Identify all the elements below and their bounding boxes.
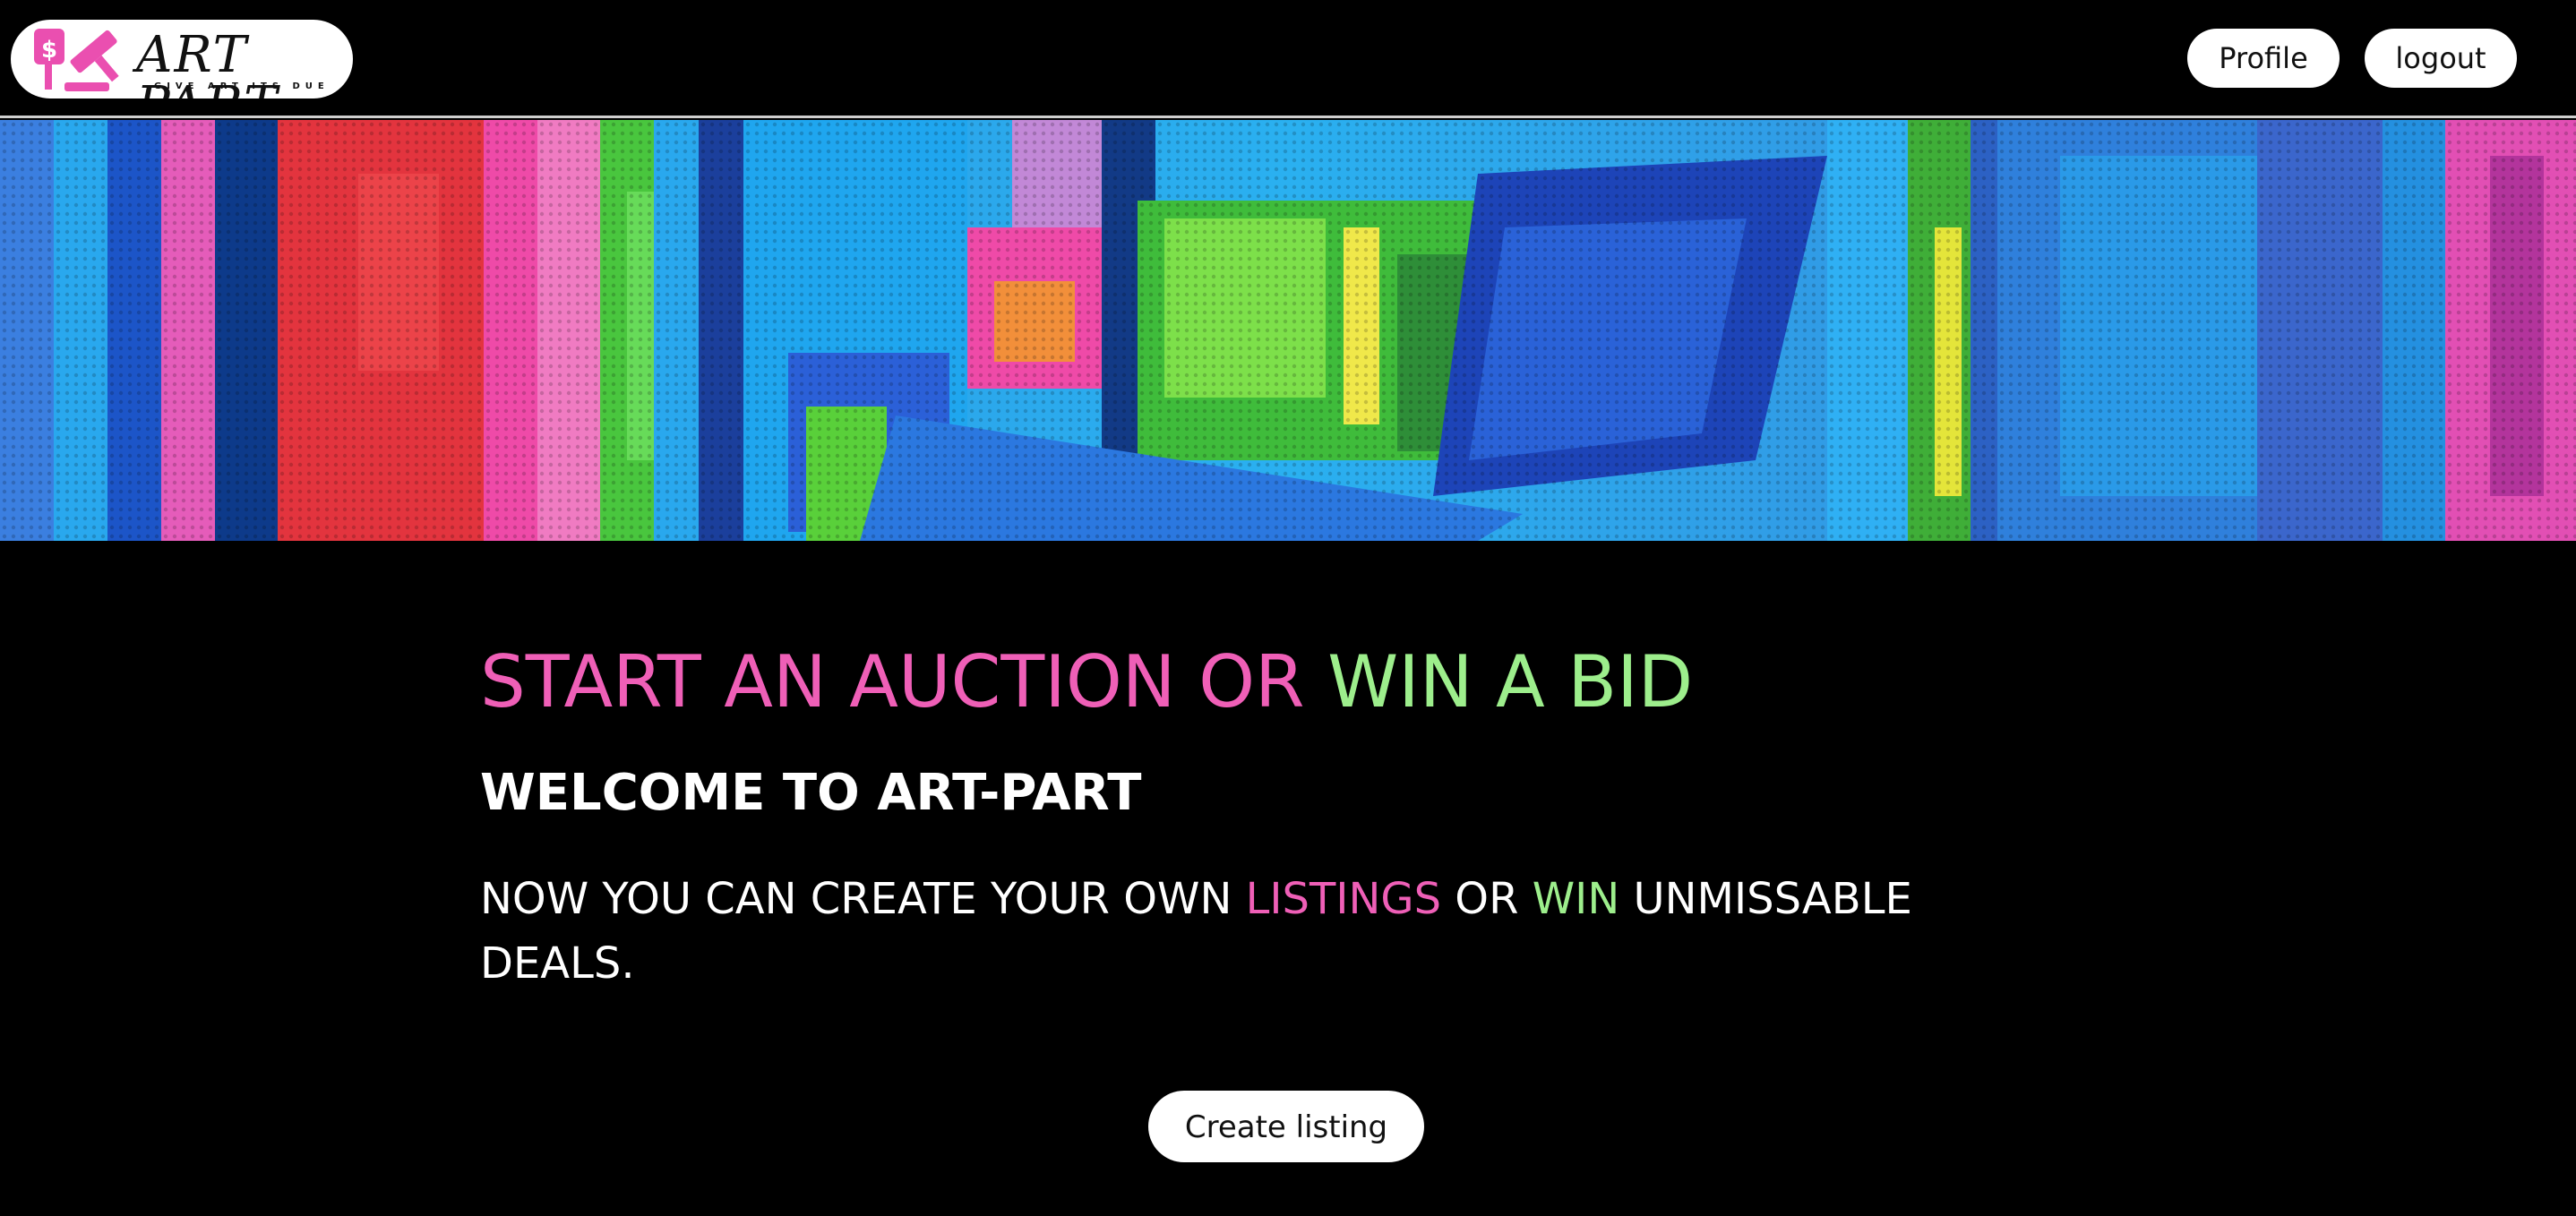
logo-tagline: GIVE ART ITS DUE bbox=[154, 81, 330, 91]
logo[interactable]: $ ART PART GIVE ART ITS DUE bbox=[11, 20, 353, 98]
hero-heading-part1: START AN AUCTION OR bbox=[480, 640, 1328, 724]
description-win: WIN bbox=[1532, 874, 1620, 924]
hero-heading-win-a-bid: WIN A BID bbox=[1327, 640, 1694, 724]
hero-description: NOW YOU CAN CREATE YOUR OWN LISTINGS OR … bbox=[480, 867, 2039, 996]
create-listing-button[interactable]: Create listing bbox=[1148, 1091, 1424, 1162]
site-header: $ ART PART GIVE ART ITS DUE Profile logo… bbox=[0, 0, 2576, 118]
logout-button[interactable]: logout bbox=[2365, 29, 2517, 88]
description-part2: OR bbox=[1441, 874, 1533, 924]
hero-heading: START AN AUCTION OR WIN A BID bbox=[480, 638, 1693, 727]
gavel-price-tag-icon: $ bbox=[34, 29, 119, 91]
description-listings: LISTINGS bbox=[1245, 874, 1442, 924]
svg-text:$: $ bbox=[41, 37, 57, 64]
welcome-heading: WELCOME TO ART-PART bbox=[480, 764, 1142, 822]
profile-button[interactable]: Profile bbox=[2187, 29, 2340, 88]
description-part1: NOW YOU CAN CREATE YOUR OWN bbox=[480, 874, 1246, 924]
abstract-paint-banner bbox=[0, 120, 2576, 541]
